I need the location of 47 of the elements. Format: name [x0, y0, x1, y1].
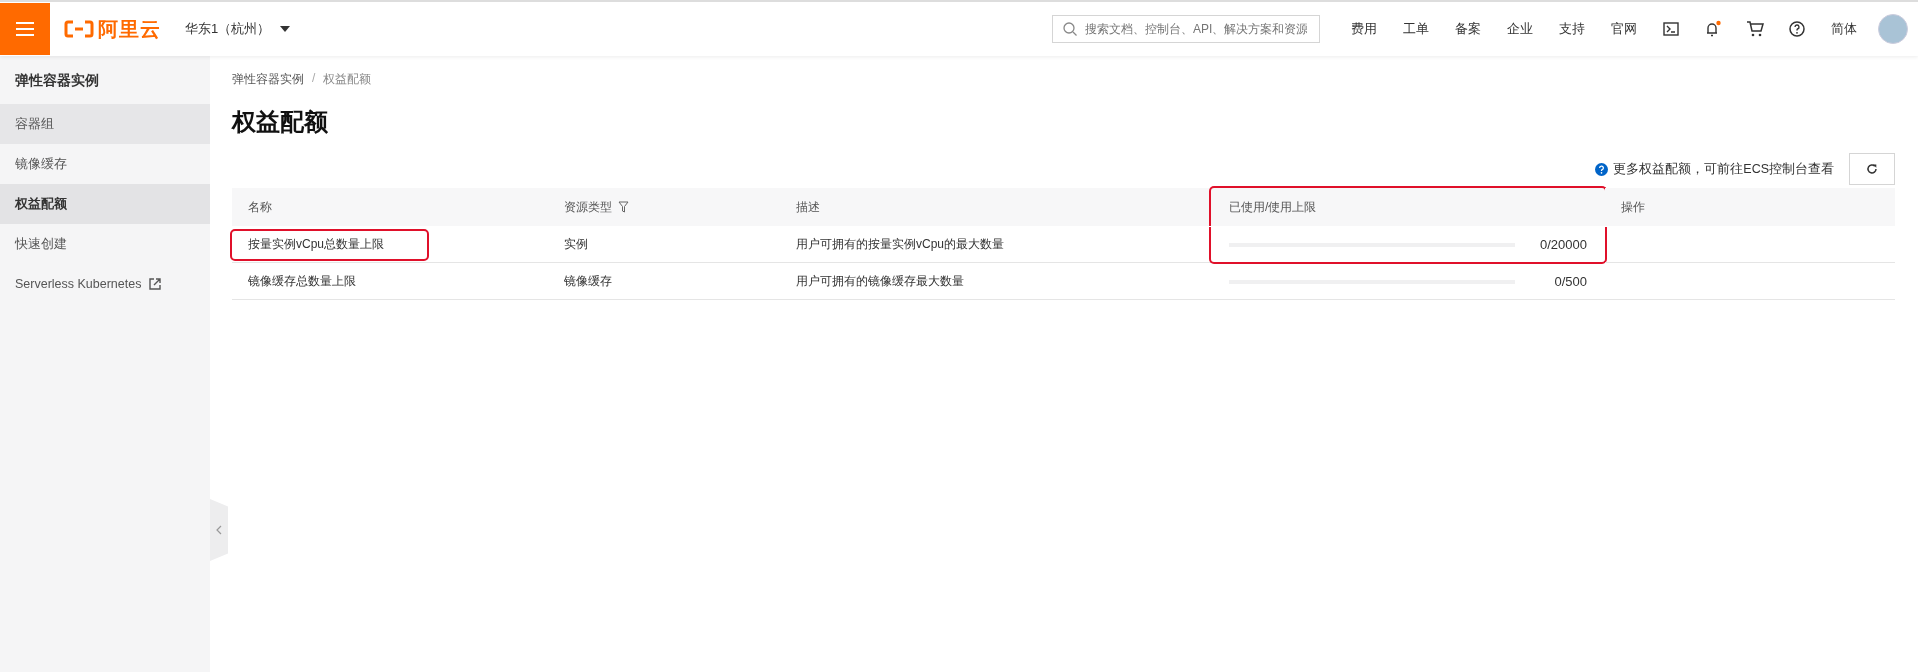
nav-link[interactable]: 费用 — [1338, 20, 1390, 38]
search-icon — [1063, 22, 1077, 36]
nav-link[interactable]: 支持 — [1546, 20, 1598, 38]
collapse-handle[interactable] — [210, 499, 228, 561]
terminal-icon — [1663, 22, 1679, 36]
hint-text: 更多权益配额，可前往ECS控制台查看 — [1613, 160, 1834, 178]
refresh-icon — [1866, 163, 1878, 175]
usage-value: 0/500 — [1554, 274, 1587, 289]
sidebar-item[interactable]: 快速创建 — [0, 224, 210, 264]
table-cell: 镜像缓存 — [548, 263, 780, 300]
sidebar-item[interactable]: Serverless Kubernetes — [0, 264, 210, 304]
nav-link[interactable]: 备案 — [1442, 20, 1494, 38]
table-cell: 用户可拥有的镜像缓存最大数量 — [780, 263, 1213, 300]
language-link[interactable]: 简体 — [1818, 20, 1870, 38]
column-header: 描述 — [780, 188, 1213, 226]
refresh-button[interactable] — [1849, 153, 1895, 185]
cart-icon — [1746, 21, 1764, 37]
help-icon — [1789, 21, 1805, 37]
menu-button[interactable] — [0, 3, 50, 55]
bell-icon — [1704, 20, 1722, 38]
filter-icon[interactable] — [618, 201, 629, 213]
usage-value: 0/20000 — [1540, 237, 1587, 252]
breadcrumb-separator: / — [312, 71, 316, 87]
menu-icon — [16, 22, 34, 36]
chevron-left-icon — [216, 525, 222, 535]
column-header: 名称 — [232, 188, 548, 226]
region-selector[interactable]: 华东1（杭州） — [179, 19, 297, 39]
sidebar-title: 弹性容器实例 — [14, 71, 100, 90]
column-header: 资源类型 — [548, 188, 780, 226]
logo-icon — [64, 20, 94, 38]
nav-link[interactable]: 官网 — [1598, 20, 1650, 38]
sidebar-item[interactable]: 权益配额 — [0, 184, 210, 224]
table-cell: 用户可拥有的按量实例vCpu的最大数量 — [780, 226, 1213, 263]
table-cell: 实例 — [548, 226, 780, 263]
nav-link[interactable]: 企业 — [1494, 20, 1546, 38]
logo-text: 阿里云 — [98, 16, 161, 42]
breadcrumb-item[interactable]: 弹性容器实例 — [232, 71, 304, 88]
caret-icon — [280, 26, 291, 32]
breadcrumb-item[interactable]: 权益配额 — [323, 71, 372, 88]
nav-link[interactable]: 工单 — [1390, 20, 1442, 38]
column-header: 操作 — [1605, 188, 1895, 226]
sidebar-item[interactable]: 容器组 — [0, 104, 210, 144]
table-cell: 按量实例vCpu总数量上限 — [232, 226, 548, 263]
page-title: 权益配额 — [232, 107, 329, 136]
sidebar-item[interactable]: 镜像缓存 — [0, 144, 210, 184]
table-cell: 镜像缓存总数量上限 — [232, 263, 548, 300]
help-icon — [1595, 162, 1609, 176]
